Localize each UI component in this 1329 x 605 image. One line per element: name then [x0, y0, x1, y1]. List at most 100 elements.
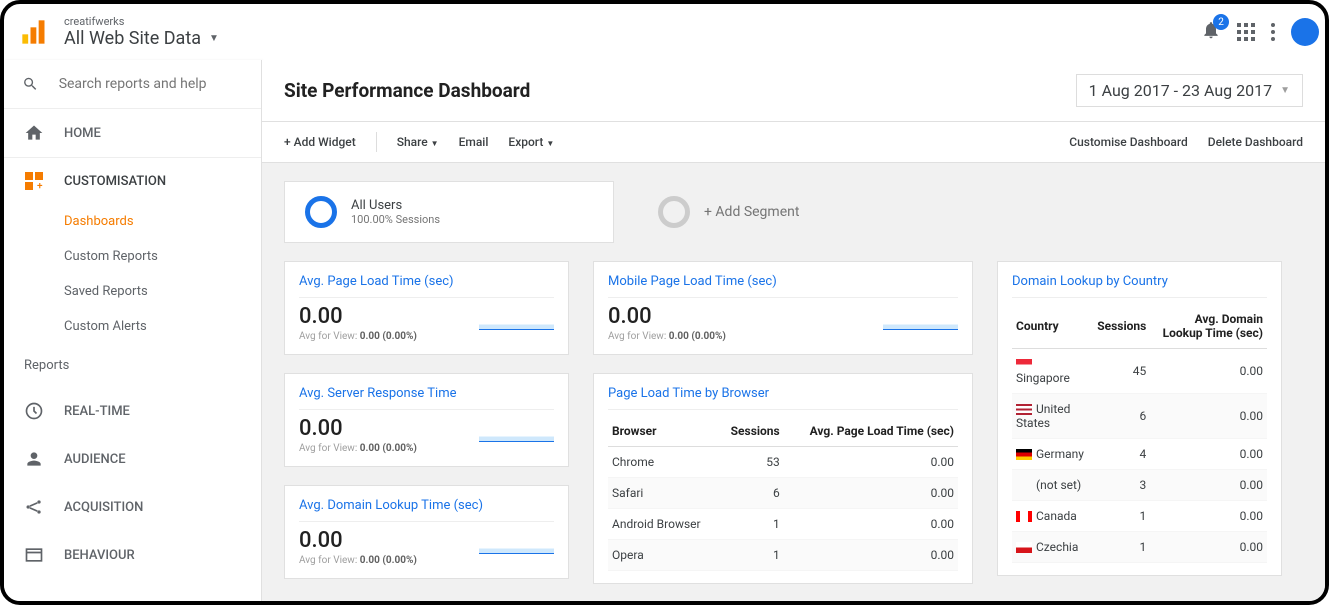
- widget-title: Avg. Server Response Time: [299, 386, 554, 410]
- customise-dashboard-button[interactable]: Customise Dashboard: [1069, 135, 1188, 149]
- cell-avg: 0.00: [784, 509, 958, 540]
- nav-acquisition[interactable]: ACQUISITION: [4, 483, 261, 531]
- caret-down-icon: ▼: [209, 33, 219, 44]
- flag-icon: [1016, 404, 1032, 415]
- cell-sessions: 1: [718, 540, 783, 571]
- subnav-saved-reports[interactable]: Saved Reports: [64, 274, 261, 309]
- ga-logo-icon: [20, 18, 48, 46]
- cell-avg: 0.00: [1150, 501, 1267, 532]
- add-segment-button[interactable]: + Add Segment: [638, 181, 819, 243]
- sparkline: [479, 318, 554, 330]
- table-row[interactable]: (not set)30.00: [1012, 470, 1267, 501]
- widget-mobile-page-load[interactable]: Mobile Page Load Time (sec) 0.00 Avg for…: [593, 261, 973, 355]
- cell-avg: 0.00: [1150, 349, 1267, 394]
- segment-title: All Users: [351, 198, 440, 213]
- th-sessions: Sessions: [1093, 304, 1150, 349]
- table-row[interactable]: Android Browser10.00: [608, 509, 958, 540]
- cell-country: (not set): [1012, 470, 1093, 501]
- sparkline: [883, 318, 958, 330]
- notification-badge: 2: [1213, 14, 1229, 30]
- segment-subtitle: 100.00% Sessions: [351, 213, 440, 226]
- account-name: creatifwerks: [64, 15, 219, 28]
- nav-customisation[interactable]: + CUSTOMISATION: [4, 158, 261, 204]
- widget-country-table[interactable]: Domain Lookup by Country Country Session…: [997, 261, 1282, 576]
- widget-title: Mobile Page Load Time (sec): [608, 274, 958, 298]
- kebab-menu-icon[interactable]: [1271, 23, 1275, 41]
- widget-title: Domain Lookup by Country: [1012, 274, 1267, 298]
- main-content: Site Performance Dashboard 1 Aug 2017 - …: [262, 60, 1325, 601]
- add-widget-button[interactable]: + Add Widget: [284, 135, 356, 149]
- widget-avg: Avg for View: 0.00 (0.00%): [299, 555, 554, 566]
- separator: [376, 132, 377, 152]
- export-button[interactable]: Export ▼: [508, 135, 554, 149]
- table-row[interactable]: Canada10.00: [1012, 501, 1267, 532]
- search-input[interactable]: [59, 76, 243, 92]
- widget-avg-server-response[interactable]: Avg. Server Response Time 0.00 Avg for V…: [284, 373, 569, 467]
- home-icon: [24, 123, 44, 143]
- nav-label: ACQUISITION: [64, 500, 143, 515]
- delete-dashboard-button[interactable]: Delete Dashboard: [1208, 135, 1303, 149]
- widget-avg-page-load[interactable]: Avg. Page Load Time (sec) 0.00 Avg for V…: [284, 261, 569, 355]
- table-row[interactable]: Chrome530.00: [608, 447, 958, 478]
- behaviour-icon: [24, 545, 44, 565]
- share-button[interactable]: Share ▼: [397, 135, 439, 149]
- cell-country: United States: [1012, 394, 1093, 439]
- cell-sessions: 4: [1093, 439, 1150, 470]
- nav-audience[interactable]: AUDIENCE: [4, 435, 261, 483]
- nav-label: REAL-TIME: [64, 404, 130, 419]
- widget-title: Avg. Page Load Time (sec): [299, 274, 554, 298]
- flag-icon: [1016, 542, 1032, 553]
- clock-icon: [24, 401, 44, 421]
- cell-sessions: 3: [1093, 470, 1150, 501]
- subnav-custom-alerts[interactable]: Custom Alerts: [64, 309, 261, 344]
- nav-behaviour[interactable]: BEHAVIOUR: [4, 531, 261, 579]
- segment-all-users[interactable]: All Users 100.00% Sessions: [284, 181, 614, 243]
- nav-home[interactable]: HOME: [4, 109, 261, 157]
- cell-avg: 0.00: [1150, 439, 1267, 470]
- reports-section-label: Reports: [4, 344, 261, 387]
- date-range-text: 1 Aug 2017 - 23 Aug 2017: [1089, 81, 1272, 100]
- table-row[interactable]: Czechia10.00: [1012, 532, 1267, 563]
- flag-icon: [1016, 449, 1032, 460]
- subnav-dashboards[interactable]: Dashboards: [64, 204, 261, 239]
- table-row[interactable]: Safari60.00: [608, 478, 958, 509]
- flag-icon: [1016, 511, 1032, 522]
- view-name: All Web Site Data: [64, 28, 201, 49]
- caret-down-icon: ▼: [431, 139, 439, 148]
- widget-browser-table[interactable]: Page Load Time by Browser Browser Sessio…: [593, 373, 973, 584]
- cell-avg: 0.00: [1150, 532, 1267, 563]
- flag-icon: [1016, 480, 1032, 491]
- share-icon: [24, 497, 44, 517]
- cell-avg: 0.00: [784, 447, 958, 478]
- caret-down-icon: ▼: [1280, 85, 1290, 96]
- cell-country: Canada: [1012, 501, 1093, 532]
- cell-browser: Android Browser: [608, 509, 718, 540]
- th-avg: Avg. Page Load Time (sec): [784, 416, 958, 447]
- apps-icon[interactable]: [1237, 23, 1255, 41]
- table-row[interactable]: Singapore450.00: [1012, 349, 1267, 394]
- flag-icon: [1016, 359, 1032, 370]
- cell-avg: 0.00: [1150, 470, 1267, 501]
- cell-browser: Safari: [608, 478, 718, 509]
- widget-avg: Avg for View: 0.00 (0.00%): [608, 331, 958, 342]
- nav-realtime[interactable]: REAL-TIME: [4, 387, 261, 435]
- cell-sessions: 6: [718, 478, 783, 509]
- view-selector[interactable]: All Web Site Data ▼: [64, 28, 219, 49]
- date-range-picker[interactable]: 1 Aug 2017 - 23 Aug 2017 ▼: [1076, 74, 1303, 107]
- avatar[interactable]: [1291, 18, 1319, 46]
- notifications-button[interactable]: 2: [1201, 20, 1221, 44]
- svg-text:+: +: [37, 181, 43, 190]
- email-button[interactable]: Email: [459, 135, 489, 149]
- widget-avg: Avg for View: 0.00 (0.00%): [299, 331, 554, 342]
- table-row[interactable]: Opera10.00: [608, 540, 958, 571]
- cell-avg: 0.00: [784, 478, 958, 509]
- search-row[interactable]: [4, 60, 261, 108]
- subnav-custom-reports[interactable]: Custom Reports: [64, 239, 261, 274]
- table-row[interactable]: Germany40.00: [1012, 439, 1267, 470]
- page-title: Site Performance Dashboard: [284, 79, 530, 102]
- nav-label: BEHAVIOUR: [64, 548, 135, 563]
- widget-avg-domain-lookup[interactable]: Avg. Domain Lookup Time (sec) 0.00 Avg f…: [284, 485, 569, 579]
- nav-label: AUDIENCE: [64, 452, 126, 467]
- table-row[interactable]: United States60.00: [1012, 394, 1267, 439]
- th-country: Country: [1012, 304, 1093, 349]
